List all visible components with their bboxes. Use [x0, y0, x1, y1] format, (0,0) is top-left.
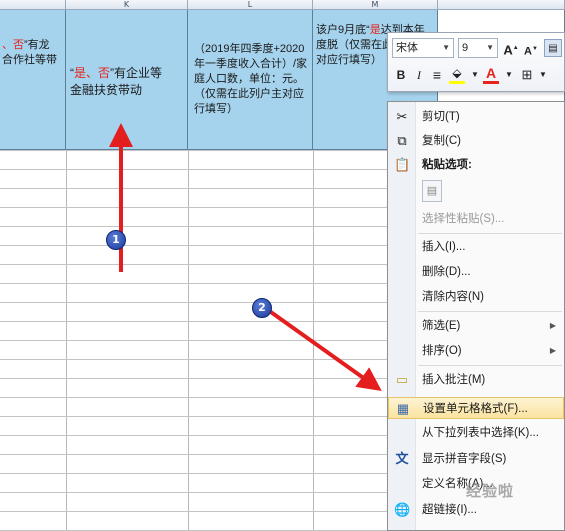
- header-cell-l[interactable]: （2019年四季度+2020年一季度收入合计）/家庭人口数，单位：元。（仅需在此…: [188, 10, 313, 150]
- menu-item-paste-special[interactable]: 选择性粘贴(S)...: [388, 208, 564, 230]
- paste-option-button[interactable]: ▤: [422, 180, 442, 202]
- font-color-swatch: [483, 81, 499, 84]
- header-j-red-text: 、: [2, 39, 13, 51]
- menu-item-label: 剪切(T): [422, 111, 460, 123]
- menu-item-pick-from-list[interactable]: 从下拉列表中选择(K)...: [388, 422, 564, 444]
- font-name-select[interactable]: 宋体 ▼: [392, 38, 454, 58]
- chevron-down-icon: ▼: [442, 43, 450, 52]
- bold-button[interactable]: B: [392, 66, 410, 84]
- menu-item-format-cells[interactable]: ▦ 设置单元格格式(F)...: [388, 397, 564, 419]
- header-j-line2: 合作社等带: [2, 54, 57, 66]
- italic-button[interactable]: I: [410, 66, 428, 84]
- align-center-button[interactable]: ≡: [428, 66, 446, 84]
- menu-item-paste-options: 📋 粘贴选项:: [388, 154, 564, 176]
- menu-item-label: 筛选(E): [422, 320, 461, 332]
- header-l-text: （2019年四季度+2020年一季度收入合计）/家庭人口数，单位：元。（仅需在此…: [194, 43, 308, 115]
- chevron-down-icon[interactable]: ▼: [534, 66, 552, 84]
- header-m-red-text: 是: [369, 24, 381, 36]
- format-cells-icon: ▦: [396, 401, 410, 416]
- borders-icon: ⊞: [521, 67, 533, 82]
- font-name-value: 宋体: [396, 42, 418, 54]
- header-k-line2: 金融扶贫带动: [70, 83, 143, 97]
- fill-color-button[interactable]: ⬙: [448, 64, 466, 82]
- header-k-line1: “是、否”有企业等: [70, 65, 185, 82]
- menu-separator: [418, 311, 562, 312]
- styles-icon: ▤: [548, 43, 558, 54]
- menu-separator: [418, 365, 562, 366]
- submenu-arrow-icon: ▶: [549, 321, 556, 330]
- menu-item-label: 粘贴选项:: [422, 159, 472, 171]
- menu-item-clear-contents[interactable]: 清除内容(N): [388, 286, 564, 308]
- header-m-prefix: 该户9月底“: [316, 24, 370, 36]
- header-k-suffix: ”有企业等: [110, 66, 163, 80]
- chevron-down-icon: ▼: [486, 43, 494, 52]
- column-header-l[interactable]: L: [188, 0, 313, 10]
- column-header-j[interactable]: [0, 0, 66, 10]
- comment-icon: ▭: [395, 372, 409, 387]
- clipboard-icon: ▤: [426, 185, 438, 197]
- paste-icon: 📋: [394, 157, 411, 172]
- menu-separator: [418, 233, 562, 234]
- header-j-line1: 、否”有龙: [2, 38, 63, 53]
- watermark: 经验啦: [466, 482, 515, 500]
- menu-item-delete[interactable]: 删除(D)...: [388, 261, 564, 283]
- phonetic-icon: 文: [395, 451, 409, 466]
- header-j-suffix: ”有龙: [24, 39, 50, 51]
- scissors-icon: ✂: [396, 109, 408, 124]
- menu-item-label: 超链接(I)...: [422, 504, 477, 516]
- font-size-select[interactable]: 9 ▼: [458, 38, 498, 58]
- menu-item-label: 显示拼音字段(S): [422, 453, 507, 465]
- menu-item-label: 从下拉列表中选择(K)...: [422, 427, 539, 439]
- header-j-no: 否: [13, 39, 24, 51]
- menu-item-label: 删除(D)...: [422, 266, 471, 278]
- menu-item-hyperlink[interactable]: 🌐 超链接(I)...: [388, 499, 564, 521]
- header-cell-j[interactable]: 、否”有龙 合作社等带: [0, 10, 66, 150]
- font-size-value: 9: [462, 42, 469, 54]
- fill-color-swatch: [449, 81, 465, 84]
- column-header-k[interactable]: K: [66, 0, 188, 10]
- context-menu: ✂ 剪切(T) ⧉ 复制(C) 📋 粘贴选项: ▤ 选择性粘贴(S)... 插入…: [387, 101, 565, 531]
- chevron-down-icon[interactable]: ▼: [500, 66, 518, 84]
- shrink-font-icon: A: [524, 45, 532, 58]
- column-header-n[interactable]: [438, 0, 565, 10]
- paint-bucket-icon: ⬙: [452, 66, 462, 80]
- menu-item-label: 复制(C): [422, 135, 461, 147]
- grow-font-icon: A: [503, 42, 513, 58]
- menu-item-filter[interactable]: 筛选(E) ▶: [388, 315, 564, 337]
- header-k-red-text: 是、否: [74, 66, 111, 80]
- shrink-font-button[interactable]: A▼: [522, 40, 540, 58]
- mini-toolbar: 宋体 ▼ 9 ▼ A▲ A▼ ▤ B I ≡ ⬙ ▼ A ▼ ⊞ ▼: [387, 32, 565, 92]
- grow-font-button[interactable]: A▲: [502, 39, 520, 57]
- menu-item-copy[interactable]: ⧉ 复制(C): [388, 130, 564, 152]
- down-caret-icon: ▼: [532, 46, 538, 52]
- menu-item-insert-comment[interactable]: ▭ 插入批注(M): [388, 369, 564, 391]
- menu-item-sort[interactable]: 排序(O) ▶: [388, 340, 564, 362]
- font-color-button[interactable]: A: [482, 64, 500, 82]
- up-caret-icon: ▲: [512, 45, 519, 51]
- menu-item-label: 选择性粘贴(S)...: [422, 213, 505, 225]
- menu-item-insert[interactable]: 插入(I)...: [388, 236, 564, 258]
- copy-icon: ⧉: [397, 133, 407, 148]
- menu-item-label: 排序(O): [422, 345, 462, 357]
- menu-item-show-phonetic[interactable]: 文 显示拼音字段(S): [388, 448, 564, 470]
- menu-item-label: 清除内容(N): [422, 291, 484, 303]
- submenu-arrow-icon: ▶: [549, 346, 556, 355]
- hyperlink-icon: 🌐: [394, 502, 411, 517]
- header-cell-k[interactable]: “是、否”有企业等 金融扶贫带动: [66, 10, 188, 150]
- menu-item-label: 插入(I)...: [422, 241, 466, 253]
- step-badge-2: 2: [252, 298, 272, 318]
- menu-item-cut[interactable]: ✂ 剪切(T): [388, 106, 564, 128]
- column-header-m[interactable]: M: [313, 0, 438, 10]
- styles-button[interactable]: ▤: [544, 39, 562, 57]
- menu-item-label: 插入批注(M): [422, 374, 486, 386]
- step-badge-1: 1: [106, 230, 126, 250]
- menu-item-label: 设置单元格格式(F)...: [423, 403, 528, 415]
